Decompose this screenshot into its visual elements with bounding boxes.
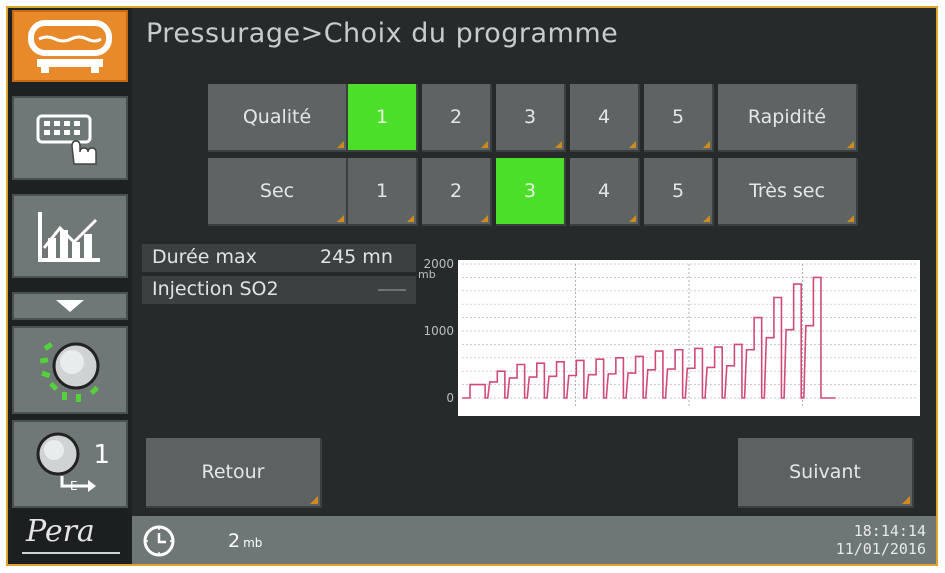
very-dry-button[interactable]: Très sec bbox=[718, 158, 858, 226]
sidebar-item-charts[interactable] bbox=[12, 194, 128, 278]
rapidity-label: Rapidité bbox=[747, 106, 827, 128]
clock-icon bbox=[142, 524, 176, 562]
so2-injection-row: Injection SO2 bbox=[142, 276, 416, 304]
status-bar: 2 mb 18:14:14 11/01/2016 bbox=[132, 516, 936, 564]
pressure-chart: 0 1000 2000 mb bbox=[412, 250, 924, 420]
quality-level-3-button[interactable]: 3 bbox=[496, 84, 566, 152]
quality-label: Qualité bbox=[242, 106, 312, 128]
pressure-value: 2 bbox=[228, 530, 241, 552]
level-label: 5 bbox=[671, 106, 685, 128]
quality-level-2-button[interactable]: 2 bbox=[422, 84, 492, 152]
dryness-level-5-button[interactable]: 5 bbox=[644, 158, 714, 226]
max-duration-value: 245 mn bbox=[320, 246, 393, 268]
logo-text: Pera bbox=[26, 514, 95, 549]
level-label: 2 bbox=[449, 106, 463, 128]
current-pressure: 2 mb bbox=[228, 530, 262, 552]
app-window: E 1 Pera Pressurage>Choix du programme Q… bbox=[6, 6, 938, 566]
level-label: 3 bbox=[523, 180, 537, 202]
chevron-down-icon bbox=[56, 300, 84, 312]
dryness-level-3-button[interactable]: 3 bbox=[496, 158, 566, 226]
next-label: Suivant bbox=[789, 461, 861, 483]
level-label: 4 bbox=[597, 106, 611, 128]
level-label: 4 bbox=[597, 180, 611, 202]
keyboard-hand-icon bbox=[36, 114, 97, 165]
pressure-chart-svg: 010002000 mb bbox=[418, 257, 920, 416]
dry-label: Sec bbox=[259, 180, 295, 202]
rapidity-button[interactable]: Rapidité bbox=[718, 84, 858, 152]
sidebar-item-press[interactable] bbox=[12, 10, 128, 82]
level-label: 1 bbox=[375, 106, 389, 128]
so2-injection-indicator bbox=[374, 276, 410, 307]
back-button[interactable]: Retour bbox=[146, 438, 322, 508]
sidebar: E 1 Pera bbox=[8, 8, 132, 564]
sidebar-scroll-down-button[interactable] bbox=[12, 292, 128, 320]
chart-icon bbox=[38, 212, 100, 262]
svg-text:E: E bbox=[70, 479, 78, 493]
very-dry-label: Très sec bbox=[749, 180, 825, 202]
datetime: 18:14:14 11/01/2016 bbox=[836, 522, 926, 558]
quality-level-1-button[interactable]: 1 bbox=[348, 84, 418, 152]
press-number-label: 1 bbox=[93, 440, 110, 470]
quality-level-4-button[interactable]: 4 bbox=[570, 84, 640, 152]
sidebar-item-manual[interactable] bbox=[12, 96, 128, 180]
sidebar-item-press-select[interactable]: E 1 bbox=[12, 420, 128, 508]
sidebar-item-start-cycle[interactable] bbox=[12, 326, 128, 414]
level-label: 1 bbox=[375, 180, 389, 202]
quality-button[interactable]: Qualité bbox=[208, 84, 348, 152]
max-duration-row: Durée max 245 mn bbox=[142, 244, 416, 272]
y-tick-label: 0 bbox=[446, 391, 454, 405]
so2-injection-label: Injection SO2 bbox=[152, 278, 279, 300]
dryness-level-2-button[interactable]: 2 bbox=[422, 158, 492, 226]
page-title: Pressurage>Choix du programme bbox=[146, 18, 619, 49]
y-axis-unit: mb bbox=[418, 268, 436, 281]
press-icon bbox=[28, 20, 112, 73]
back-label: Retour bbox=[201, 461, 265, 483]
date-text: 11/01/2016 bbox=[835, 540, 926, 558]
level-label: 3 bbox=[523, 106, 537, 128]
next-button[interactable]: Suivant bbox=[738, 438, 914, 508]
dryness-level-4-button[interactable]: 4 bbox=[570, 158, 640, 226]
start-cycle-icon bbox=[39, 342, 100, 402]
quality-level-5-button[interactable]: 5 bbox=[644, 84, 714, 152]
dryness-level-1-button[interactable]: 1 bbox=[348, 158, 418, 226]
level-label: 2 bbox=[449, 180, 463, 202]
logo: Pera bbox=[12, 508, 128, 562]
level-label: 5 bbox=[671, 180, 685, 202]
y-tick-label: 1000 bbox=[423, 324, 454, 338]
dry-button[interactable]: Sec bbox=[208, 158, 348, 226]
pressure-unit: mb bbox=[243, 536, 263, 550]
time-text: 18:14:14 bbox=[853, 522, 926, 540]
max-duration-label: Durée max bbox=[152, 246, 257, 268]
